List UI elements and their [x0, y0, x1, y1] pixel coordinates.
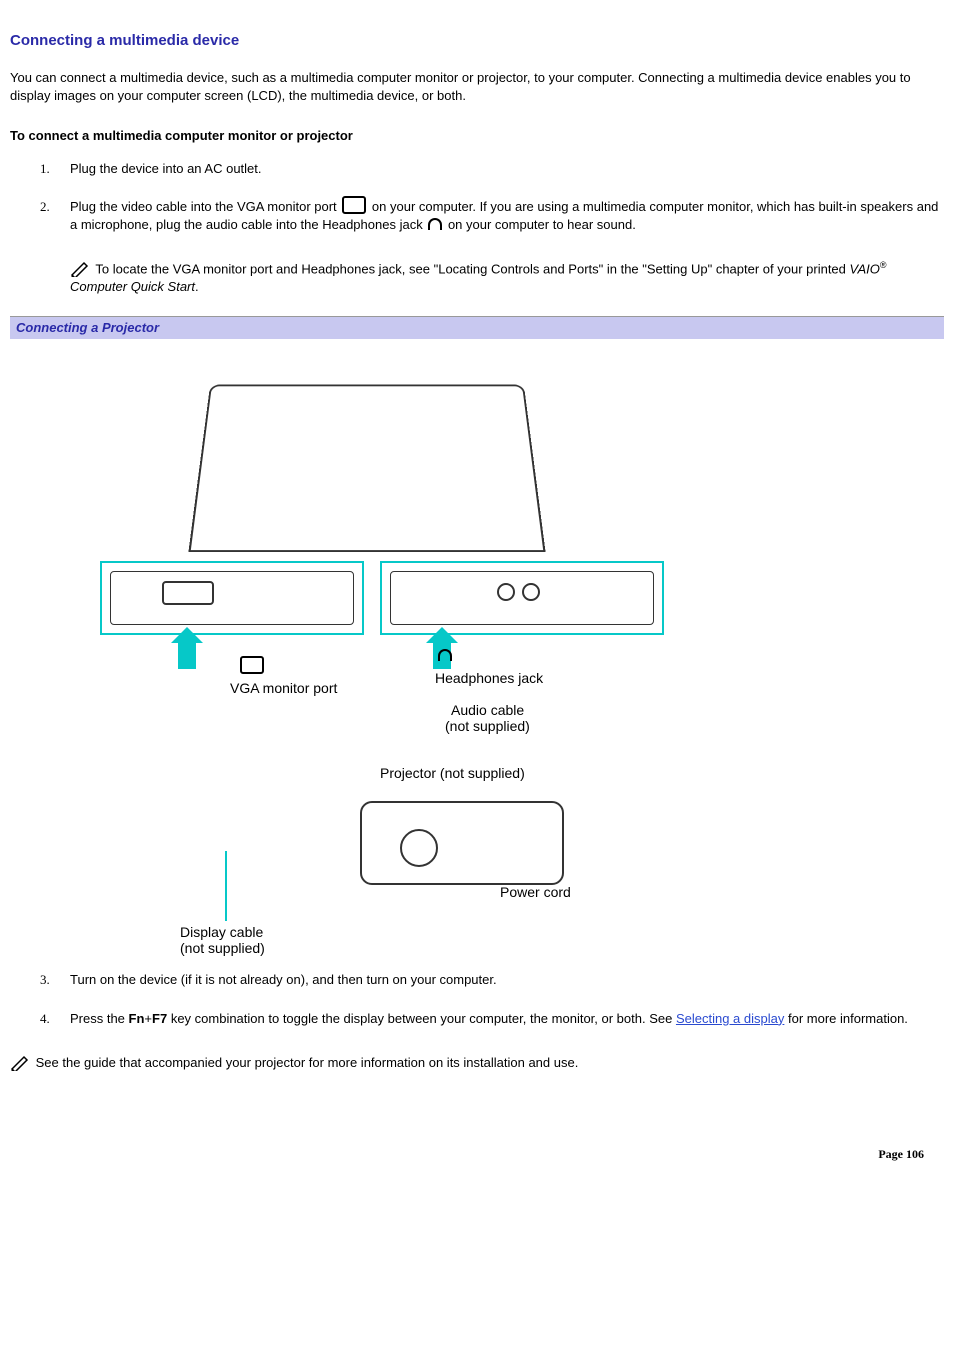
- left-port-panel: [100, 561, 364, 635]
- step-number: 1.: [40, 160, 50, 178]
- step-4: 4. Press the Fn+F7 key combination to to…: [40, 1010, 944, 1028]
- label-power-cord: Power cord: [500, 883, 571, 903]
- intro-paragraph: You can connect a multimedia device, suc…: [10, 69, 944, 105]
- step-4-text-a: Press the: [70, 1011, 129, 1026]
- key-f7: F7: [152, 1011, 167, 1026]
- pencil-note-icon: [70, 261, 90, 277]
- figure-area: VGA monitor port Headphones jack Audio c…: [10, 339, 944, 971]
- note-quickstart: Computer Quick Start: [70, 279, 195, 294]
- procedure-heading: To connect a multimedia computer monitor…: [10, 127, 944, 145]
- page-footer: Page 106: [0, 1126, 954, 1163]
- note-vaio: VAIO: [850, 261, 880, 276]
- label-vga-port: VGA monitor port: [230, 679, 337, 699]
- projector-diagram: VGA monitor port Headphones jack Audio c…: [100, 351, 660, 951]
- laptop-illustration: [188, 385, 545, 552]
- label-audio-cable-2: (not supplied): [445, 717, 530, 737]
- label-display-cable-2: (not supplied): [180, 939, 265, 959]
- step-number: 2.: [40, 198, 50, 216]
- closing-note-text: See the guide that accompanied your proj…: [36, 1055, 579, 1070]
- label-headphones-jack: Headphones jack: [435, 669, 543, 689]
- step-2: 2. Plug the video cable into the VGA mon…: [40, 198, 944, 296]
- selecting-display-link[interactable]: Selecting a display: [676, 1011, 784, 1026]
- step-3-text: Turn on the device (if it is not already…: [70, 972, 497, 987]
- projector-illustration: [360, 801, 564, 885]
- key-fn: Fn: [129, 1011, 145, 1026]
- closing-note: See the guide that accompanied your proj…: [10, 1054, 944, 1072]
- right-port-panel: [380, 561, 664, 635]
- figure-title-bar: Connecting a Projector: [10, 316, 944, 339]
- step-4-text-c: for more information.: [788, 1011, 908, 1026]
- headphone-icon: [438, 649, 452, 663]
- display-cable-leader: [225, 851, 227, 921]
- step-number: 4.: [40, 1010, 50, 1028]
- vga-arrow-icon: [178, 641, 196, 669]
- step-number: 3.: [40, 971, 50, 989]
- step-4-text-b: key combination to toggle the display be…: [171, 1011, 676, 1026]
- vga-port-icon: [240, 656, 264, 674]
- step-2-note: To locate the VGA monitor port and Headp…: [70, 259, 944, 297]
- key-plus: +: [144, 1011, 152, 1026]
- headphone-icon: [428, 218, 442, 232]
- note-reg: ®: [880, 260, 887, 270]
- vga-port-icon: [342, 196, 366, 214]
- label-projector: Projector (not supplied): [380, 764, 525, 784]
- note-tail: .: [195, 279, 199, 294]
- step-1-text: Plug the device into an AC outlet.: [70, 161, 262, 176]
- step-2-text-c: on your computer to hear sound.: [448, 217, 636, 232]
- note-text-a: To locate the VGA monitor port and Headp…: [95, 261, 849, 276]
- step-3: 3. Turn on the device (if it is not alre…: [40, 971, 944, 989]
- section-title: Connecting a multimedia device: [10, 30, 944, 51]
- pencil-note-icon: [10, 1055, 30, 1071]
- step-2-text-a: Plug the video cable into the VGA monito…: [70, 199, 340, 214]
- step-1: 1. Plug the device into an AC outlet.: [40, 160, 944, 178]
